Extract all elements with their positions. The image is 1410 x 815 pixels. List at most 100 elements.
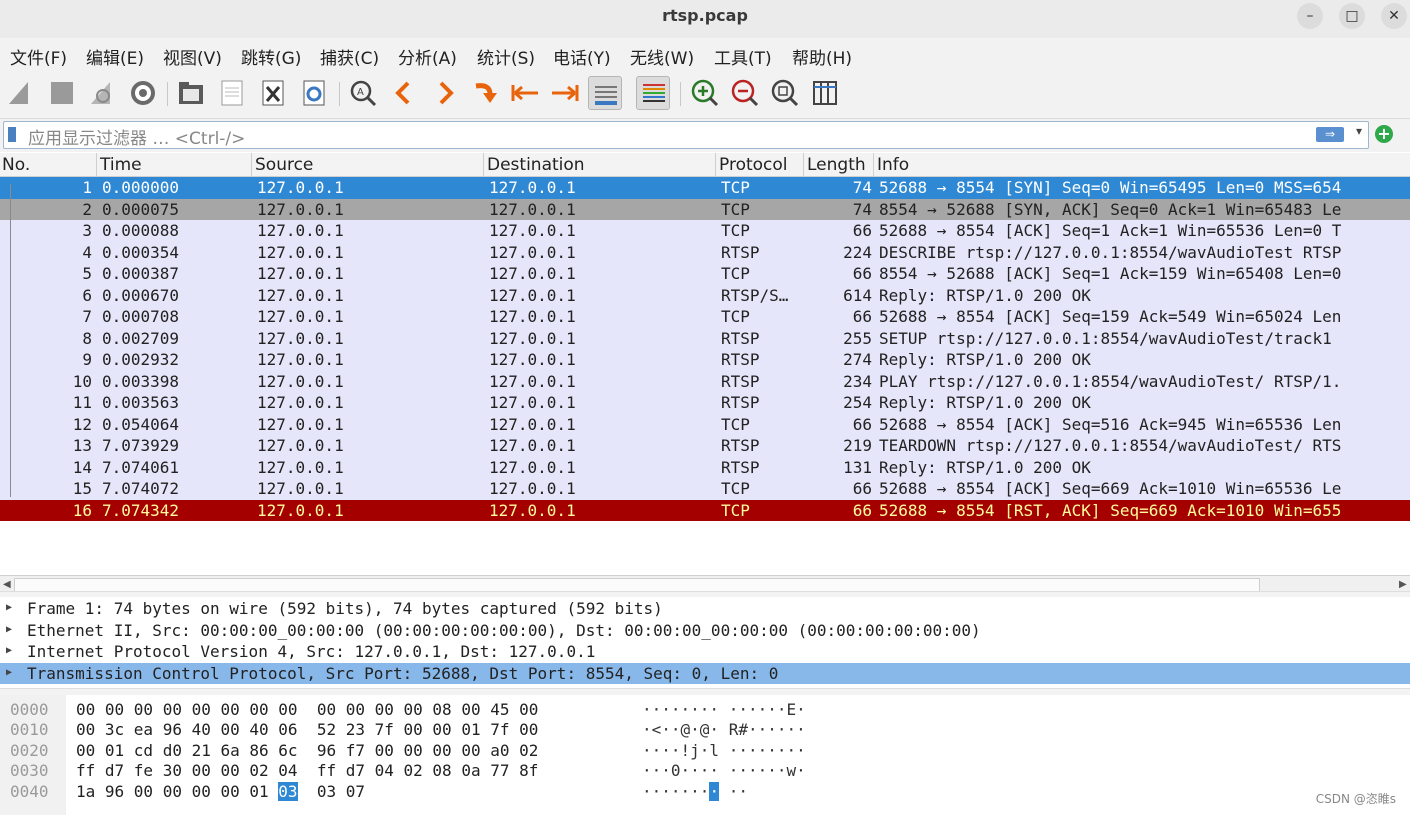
packet-info: 8554 → 52688 [SYN, ACK] Seq=0 Ack=1 Win=… [879, 199, 1342, 219]
column-header-no[interactable]: No. [2, 155, 30, 175]
packet-protocol: TCP [721, 178, 750, 197]
stop-square-icon[interactable] [45, 76, 79, 110]
close-file-icon[interactable] [256, 76, 290, 110]
reload-file-icon[interactable] [297, 76, 331, 110]
go-forward-icon[interactable] [428, 76, 462, 110]
packet-row[interactable]: 3 0.000088 127.0.0.1 127.0.0.1 TCP 66 52688 → … [0, 220, 1410, 242]
packet-time: 7.074061 [102, 457, 180, 477]
expand-arrow-icon[interactable]: ▶ [6, 602, 12, 613]
packet-row[interactable]: 7 0.000708 127.0.0.1 127.0.0.1 TCP 66 52688 → … [0, 306, 1410, 328]
packet-row[interactable]: 13 7.073929 127.0.0.1 127.0.0.1 RTSP 219 TEARD… [0, 435, 1410, 457]
menu-analyze[interactable]: 分析(A) [398, 44, 457, 69]
packet-row[interactable]: 11 0.003563 127.0.0.1 127.0.0.1 RTSP 254 Reply… [0, 392, 1410, 414]
zoom-in-icon[interactable] [688, 76, 722, 110]
packet-source: 127.0.0.1 [257, 479, 344, 498]
display-filter-bar: 应用显示过滤器 … <Ctrl-/> ⇒ ▾ + [0, 119, 1410, 152]
packet-row[interactable]: 1 0.000000 127.0.0.1 127.0.0.1 TCP 74 52688 → … [0, 177, 1410, 199]
menu-file[interactable]: 文件(F) [10, 44, 67, 69]
menu-view[interactable]: 视图(V) [163, 44, 222, 69]
expand-arrow-icon[interactable]: ▶ [6, 624, 12, 635]
go-to-packet-icon[interactable] [468, 76, 502, 110]
go-last-icon[interactable] [548, 76, 582, 110]
column-header-time[interactable]: Time [100, 155, 142, 175]
packet-length: 131 [843, 457, 872, 477]
zoom-out-icon[interactable] [728, 76, 762, 110]
menu-capture[interactable]: 捕获(C) [320, 44, 379, 69]
highlighted-byte[interactable]: 03 [278, 781, 298, 801]
autoscroll-icon[interactable] [588, 76, 622, 110]
menu-wireless[interactable]: 无线(W) [630, 44, 694, 69]
packet-length: 66 [852, 264, 872, 283]
packet-length: 219 [843, 436, 872, 455]
menu-tools[interactable]: 工具(T) [714, 44, 772, 69]
packet-length: 234 [843, 371, 872, 391]
close-button[interactable]: ✕ [1381, 3, 1407, 29]
packet-row[interactable]: 8 0.002709 127.0.0.1 127.0.0.1 RTSP 255 SETUP … [0, 327, 1410, 349]
maximize-button[interactable]: □ [1339, 3, 1365, 29]
display-filter-input[interactable]: 应用显示过滤器 … <Ctrl-/> ⇒ ▾ [3, 121, 1369, 149]
minimize-button[interactable]: – [1297, 3, 1323, 29]
packet-row[interactable]: 16 7.074342 127.0.0.1 127.0.0.1 TCP 66 52688 →… [0, 499, 1410, 521]
detail-tree-item[interactable]: ▶ Frame 1: 74 bytes on wire (592 bits), 7… [0, 598, 1410, 620]
go-first-icon[interactable] [508, 76, 542, 110]
packet-row[interactable]: 12 0.054064 127.0.0.1 127.0.0.1 TCP 66 52688 →… [0, 413, 1410, 435]
packet-time: 0.000000 [102, 178, 180, 197]
column-header-protocol[interactable]: Protocol [719, 155, 788, 175]
column-header-info[interactable]: Info [877, 155, 909, 175]
column-header-length[interactable]: Length [807, 155, 866, 175]
packet-row[interactable]: 9 0.002932 127.0.0.1 127.0.0.1 RTSP 274 Reply:… [0, 349, 1410, 371]
packet-info: 52688 → 8554 [ACK] Seq=669 Ack=1010 Win=… [879, 479, 1342, 498]
column-divider[interactable] [803, 153, 804, 176]
detail-tree-item-selected[interactable]: ▶ Transmission Control Protocol, Src Port… [0, 662, 1410, 684]
menu-bar: 文件(F) 编辑(E) 视图(V) 跳转(G) 捕获(C) 分析(A) 统计(S… [0, 38, 1410, 70]
save-file-icon[interactable] [215, 76, 249, 110]
packet-destination: 127.0.0.1 [489, 199, 576, 219]
open-folder-icon[interactable] [174, 76, 208, 110]
packet-row[interactable]: 6 0.000670 127.0.0.1 127.0.0.1 RTSP/S… 614 Rep… [0, 284, 1410, 306]
find-packet-icon[interactable]: A [346, 76, 380, 110]
highlighted-ascii[interactable]: · [709, 781, 720, 801]
filter-history-dropdown-icon[interactable]: ▾ [1356, 124, 1362, 138]
normal-size-icon[interactable] [768, 76, 802, 110]
packet-row[interactable]: 14 7.074061 127.0.0.1 127.0.0.1 RTSP 131 Reply… [0, 456, 1410, 478]
column-divider[interactable] [96, 153, 97, 176]
packet-protocol: RTSP [721, 393, 760, 412]
expand-arrow-icon[interactable]: ▶ [6, 667, 12, 678]
menu-telephony[interactable]: 电话(Y) [553, 44, 611, 69]
expand-arrow-icon[interactable]: ▶ [6, 645, 12, 656]
packet-no: 6 [82, 285, 92, 305]
column-header-destination[interactable]: Destination [487, 155, 585, 175]
packet-source: 127.0.0.1 [257, 221, 344, 240]
menu-edit[interactable]: 编辑(E) [86, 44, 144, 69]
colorize-icon[interactable] [636, 76, 670, 110]
column-divider[interactable] [483, 153, 484, 176]
menu-go[interactable]: 跳转(G) [241, 44, 301, 69]
shark-fin-restart-icon[interactable] [86, 76, 120, 110]
detail-tree-item[interactable]: ▶ Ethernet II, Src: 00:00:00_00:00:00 (00… [0, 620, 1410, 642]
column-divider[interactable] [715, 153, 716, 176]
go-back-icon[interactable] [387, 76, 421, 110]
bytes-row: 0040 1a 96 00 00 00 00 01 03 03 07 ·····… [10, 781, 748, 801]
bookmark-icon[interactable] [8, 127, 16, 142]
column-divider[interactable] [251, 153, 252, 176]
menu-help[interactable]: 帮助(H) [792, 44, 852, 69]
packet-row[interactable]: 10 0.003398 127.0.0.1 127.0.0.1 RTSP 234 PLAY … [0, 370, 1410, 392]
packet-row[interactable]: 4 0.000354 127.0.0.1 127.0.0.1 RTSP 224 DESCRI… [0, 241, 1410, 263]
detail-tree-item[interactable]: ▶ Internet Protocol Version 4, Src: 127.0… [0, 641, 1410, 663]
add-filter-button-icon[interactable]: + [1375, 125, 1393, 143]
main-toolbar: A [0, 70, 1410, 119]
packet-row[interactable]: 2 0.000075 127.0.0.1 127.0.0.1 TCP 74 8554 → 5… [0, 198, 1410, 220]
column-divider[interactable] [873, 153, 874, 176]
apply-filter-arrow-icon[interactable]: ⇒ [1316, 127, 1344, 142]
packet-no: 1 [82, 178, 92, 197]
packet-row[interactable]: 15 7.074072 127.0.0.1 127.0.0.1 TCP 66 52688 →… [0, 478, 1410, 500]
scroll-thumb[interactable] [14, 578, 1260, 592]
menu-statistics[interactable]: 统计(S) [477, 44, 535, 69]
column-header-source[interactable]: Source [255, 155, 313, 175]
capture-options-gear-icon[interactable] [126, 76, 160, 110]
shark-fin-start-icon[interactable] [4, 76, 38, 110]
packet-protocol: TCP [721, 264, 750, 283]
resize-columns-icon[interactable] [808, 76, 842, 110]
packet-row[interactable]: 5 0.000387 127.0.0.1 127.0.0.1 TCP 66 8554 → 5… [0, 263, 1410, 285]
pane-splitter[interactable] [0, 688, 1410, 695]
